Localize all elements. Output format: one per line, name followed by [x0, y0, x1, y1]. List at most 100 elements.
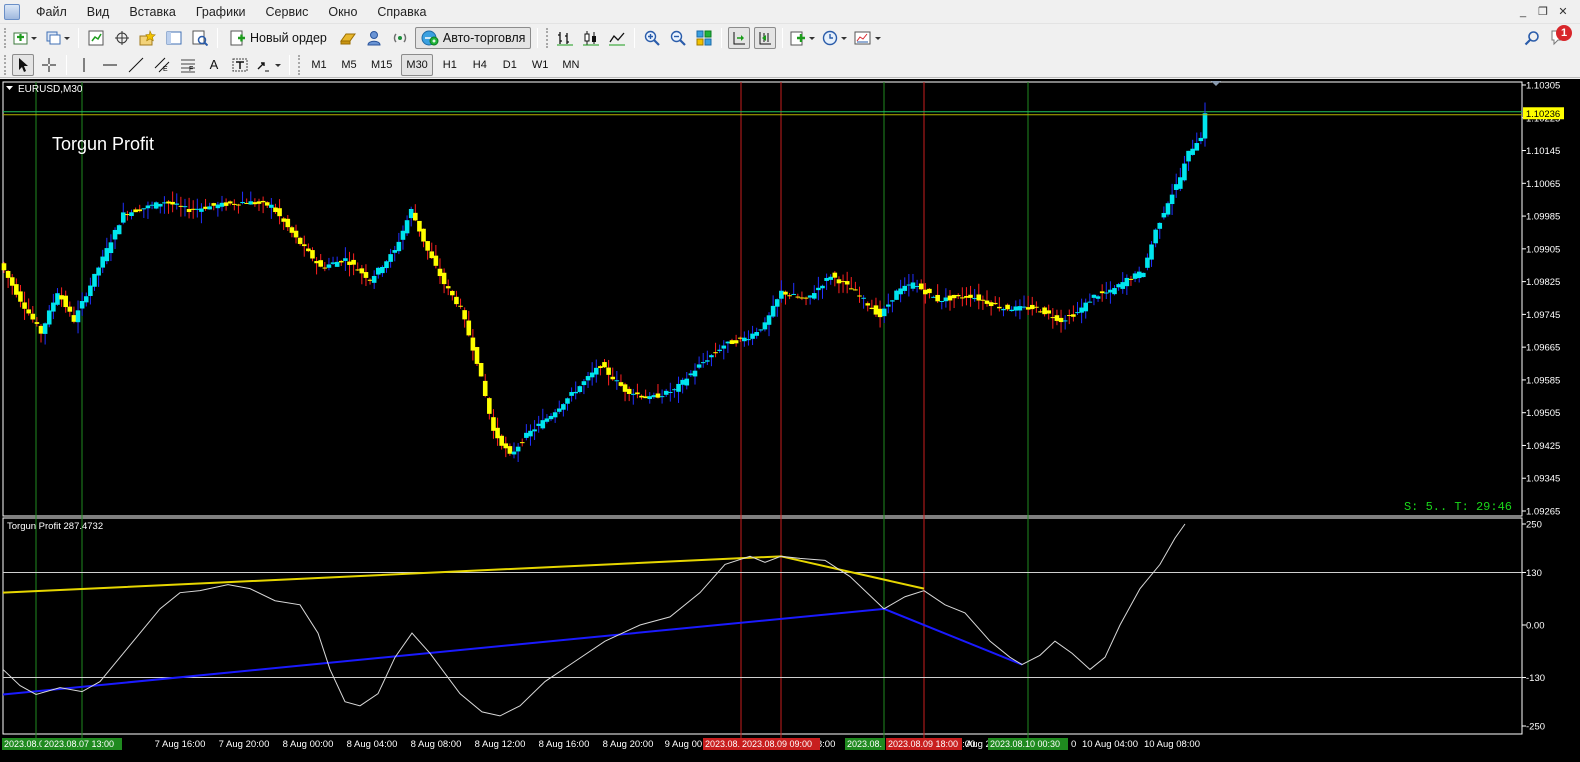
candle-body: [844, 281, 850, 285]
candle-body: [955, 294, 961, 297]
candle-body: [359, 268, 365, 274]
equidistant-channel-button[interactable]: E: [151, 54, 173, 76]
indicators-button[interactable]: [789, 27, 817, 49]
time-highlight-label: 2023.08.: [847, 739, 882, 749]
navigator-button[interactable]: [137, 27, 159, 49]
zoom-out-button[interactable]: [667, 27, 689, 49]
templates-button[interactable]: [853, 27, 883, 49]
fibonacci-button[interactable]: F: [177, 54, 199, 76]
candle-body: [515, 446, 521, 452]
time-axis-label: 8 Aug 00:00: [283, 739, 334, 750]
menu-charts[interactable]: Графики: [186, 0, 256, 24]
chart-shift-button[interactable]: [728, 27, 751, 49]
candle-body: [1021, 306, 1027, 308]
text-tool-button[interactable]: A: [203, 54, 225, 76]
candle-body: [1149, 244, 1154, 260]
toolbar-grip[interactable]: [546, 28, 549, 48]
timeframe-m5-button[interactable]: M5: [336, 54, 362, 76]
vertical-line-button[interactable]: [73, 54, 95, 76]
candle-body: [310, 250, 315, 259]
close-button[interactable]: ✕: [1554, 4, 1572, 20]
market-watch-button[interactable]: [85, 27, 107, 49]
toolbar-grip[interactable]: [4, 28, 7, 48]
candle-body: [474, 347, 480, 364]
clock-icon: [823, 30, 848, 46]
chart-window[interactable]: EURUSD,M30 Torgun Profit S: 5.. T: 29:46…: [0, 79, 1580, 762]
text-label-tool-button[interactable]: [229, 54, 251, 76]
chart-menu-triangle-icon[interactable]: [6, 86, 13, 90]
candle-body: [713, 352, 718, 354]
timeframe-h4-button[interactable]: H4: [467, 54, 493, 76]
indicator-tick-label: -250: [1526, 722, 1545, 733]
toolbar-grip[interactable]: [4, 54, 7, 75]
candle-body: [1034, 306, 1039, 308]
notifications-button[interactable]: 1: [1550, 25, 1572, 48]
candle-body: [528, 430, 533, 437]
timeframe-m30-button[interactable]: M30: [401, 53, 433, 76]
candle-body: [774, 299, 780, 307]
toolbar-grip[interactable]: [298, 54, 301, 75]
trendline-button[interactable]: [125, 54, 147, 76]
candle-body: [630, 393, 636, 395]
search-icon[interactable]: [1524, 30, 1540, 46]
line-chart-button[interactable]: [606, 27, 628, 49]
zoom-in-button[interactable]: [641, 27, 663, 49]
trade-history-button[interactable]: [337, 27, 359, 49]
candle-body: [227, 201, 233, 204]
menu-window[interactable]: Окно: [318, 0, 367, 24]
candle-body: [585, 376, 591, 381]
strategy-tester-button[interactable]: [189, 27, 211, 49]
candle-body: [766, 315, 772, 325]
time-axis-label: 10 Aug 08:00: [1144, 739, 1200, 750]
menu-view[interactable]: Вид: [77, 0, 120, 24]
menu-file[interactable]: Файл: [26, 0, 77, 24]
candle-body: [487, 398, 492, 414]
candle-body: [417, 220, 422, 232]
candle-body: [709, 355, 714, 358]
horizontal-line-button[interactable]: [99, 54, 121, 76]
autoscroll-button[interactable]: [754, 27, 777, 49]
candle-body: [421, 228, 426, 242]
periods-button[interactable]: [821, 27, 849, 49]
profiles-button[interactable]: [44, 27, 72, 49]
tile-windows-button[interactable]: [693, 27, 715, 49]
candle-body: [141, 208, 147, 210]
lower-trend-line: [2, 607, 1023, 696]
signals-button[interactable]: [363, 27, 385, 49]
timeframe-m15-button[interactable]: M15: [366, 54, 397, 76]
timeframe-h1-button[interactable]: H1: [437, 54, 463, 76]
candle-body: [1112, 288, 1117, 295]
minimize-button[interactable]: _: [1514, 4, 1532, 20]
new-order-button[interactable]: Новый ордер: [224, 27, 333, 49]
crosshair-tool-button[interactable]: [38, 54, 60, 76]
data-window-button[interactable]: [111, 27, 133, 49]
candle-body: [836, 279, 842, 284]
terminal-button[interactable]: [163, 27, 185, 49]
candle-body: [334, 261, 340, 267]
chart-canvas[interactable]: EURUSD,M30 Torgun Profit S: 5.. T: 29:46…: [0, 79, 1580, 762]
terminal-icon: [166, 31, 182, 45]
chart-shift-marker-icon[interactable]: [1211, 81, 1221, 86]
menu-help[interactable]: Справка: [367, 0, 436, 24]
bar-chart-button[interactable]: [554, 27, 576, 49]
autotrading-button[interactable]: Авто-торговля: [414, 27, 532, 49]
candle-body: [1038, 311, 1043, 313]
new-chart-button[interactable]: [12, 27, 40, 49]
app-icon[interactable]: [4, 3, 20, 20]
timeframe-d1-button[interactable]: D1: [497, 54, 523, 76]
radio-signal-button[interactable]: [389, 27, 411, 49]
restore-button[interactable]: ❐: [1534, 4, 1552, 20]
timeframe-w1-button[interactable]: W1: [527, 54, 554, 76]
candle-body: [569, 392, 574, 396]
candlestick-button[interactable]: [580, 27, 602, 49]
timeframe-m1-button[interactable]: M1: [306, 54, 332, 76]
candle-body: [561, 404, 566, 410]
arrows-tool-button[interactable]: [255, 54, 283, 76]
menu-insert[interactable]: Вставка: [119, 0, 185, 24]
oscillator-line: [2, 523, 1186, 717]
timeframe-mn-button[interactable]: MN: [557, 54, 584, 76]
candle-body: [1025, 307, 1031, 310]
cursor-tool-button[interactable]: [12, 53, 34, 76]
menu-tools[interactable]: Сервис: [256, 0, 319, 24]
fibonacci-icon: F: [181, 59, 195, 73]
